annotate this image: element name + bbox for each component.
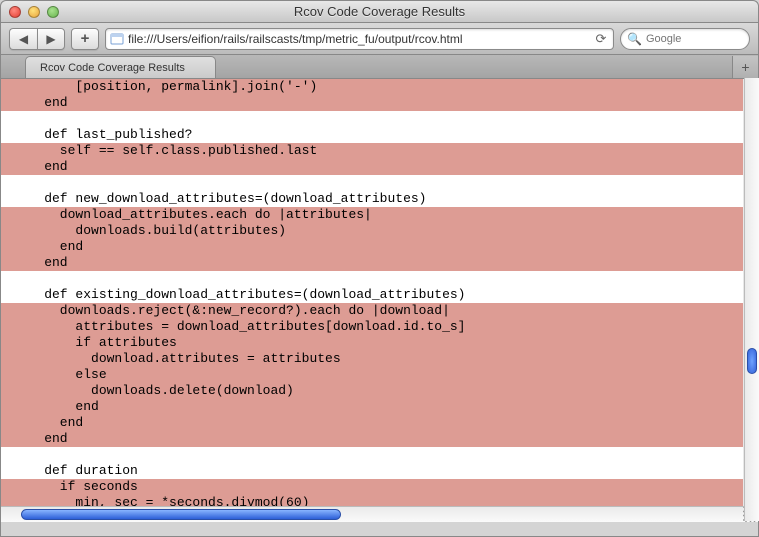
tab-bar: Rcov Code Coverage Results + — [1, 55, 758, 79]
code-cell: [position, permalink].join('-') — [1, 79, 743, 95]
new-tab-button[interactable]: + — [732, 56, 758, 78]
reload-button[interactable]: ⟳ — [593, 31, 609, 47]
code-line: [position, permalink].join('-') — [1, 79, 743, 95]
code-cell: attributes = download_attributes[downloa… — [1, 319, 743, 335]
code-cell: download.attributes = attributes — [1, 351, 743, 367]
code-line: else — [1, 367, 743, 383]
code-line: end — [1, 255, 743, 271]
code-line: downloads.reject(&:new_record?).each do … — [1, 303, 743, 319]
favicon-icon — [110, 32, 124, 46]
horizontal-scroll-thumb[interactable] — [21, 509, 341, 520]
add-bookmark-button[interactable]: + — [71, 28, 99, 50]
traffic-lights — [9, 6, 59, 18]
code-cell: end — [1, 239, 743, 255]
horizontal-scrollbar[interactable] — [1, 506, 758, 522]
content-wrap: [position, permalink].join('-') end def … — [1, 79, 758, 522]
code-line: def last_published? — [1, 127, 743, 143]
code-cell: def last_published? — [1, 127, 743, 143]
code-line: end — [1, 95, 743, 111]
tab-rcov[interactable]: Rcov Code Coverage Results — [25, 56, 216, 78]
url-input[interactable] — [128, 32, 589, 46]
plus-icon: + — [81, 30, 90, 47]
code-line: def duration — [1, 463, 743, 479]
code-cell: else — [1, 367, 743, 383]
browser-toolbar: ◀ ▶ + ⟳ 🔍 — [1, 23, 758, 55]
code-line: downloads.build(attributes) — [1, 223, 743, 239]
code-line: min, sec = *seconds.divmod(60) — [1, 495, 743, 506]
code-cell: end — [1, 399, 743, 415]
code-cell: def duration — [1, 463, 743, 479]
code-cell: downloads.reject(&:new_record?).each do … — [1, 303, 743, 319]
vertical-scroll-thumb[interactable] — [747, 348, 757, 374]
url-bar[interactable]: ⟳ — [105, 28, 614, 50]
code-line: attributes = download_attributes[downloa… — [1, 319, 743, 335]
search-icon: 🔍 — [627, 32, 642, 46]
coverage-table: [position, permalink].join('-') end def … — [1, 79, 743, 506]
window-titlebar: Rcov Code Coverage Results — [1, 1, 758, 23]
minimize-window-button[interactable] — [28, 6, 40, 18]
code-line: downloads.delete(download) — [1, 383, 743, 399]
code-line: if seconds — [1, 479, 743, 495]
code-cell — [1, 175, 743, 191]
coverage-report: [position, permalink].join('-') end def … — [1, 79, 743, 506]
code-line — [1, 447, 743, 463]
forward-arrow-icon: ▶ — [46, 32, 55, 46]
code-cell: downloads.delete(download) — [1, 383, 743, 399]
code-cell: end — [1, 159, 743, 175]
code-cell: end — [1, 255, 743, 271]
code-cell — [1, 447, 743, 463]
forward-button[interactable]: ▶ — [37, 28, 65, 50]
code-line: end — [1, 399, 743, 415]
code-line: def existing_download_attributes=(downlo… — [1, 287, 743, 303]
code-cell: if seconds — [1, 479, 743, 495]
back-arrow-icon: ◀ — [19, 32, 28, 46]
code-cell: downloads.build(attributes) — [1, 223, 743, 239]
code-line — [1, 271, 743, 287]
code-line: def new_download_attributes=(download_at… — [1, 191, 743, 207]
code-line: if attributes — [1, 335, 743, 351]
zoom-window-button[interactable] — [47, 6, 59, 18]
code-line — [1, 111, 743, 127]
code-cell — [1, 111, 743, 127]
code-line: download_attributes.each do |attributes| — [1, 207, 743, 223]
code-cell: def existing_download_attributes=(downlo… — [1, 287, 743, 303]
code-cell: download_attributes.each do |attributes| — [1, 207, 743, 223]
code-line: end — [1, 239, 743, 255]
code-cell: min, sec = *seconds.divmod(60) — [1, 495, 743, 506]
tab-close-icon[interactable] — [196, 61, 209, 74]
code-line: download.attributes = attributes — [1, 351, 743, 367]
back-button[interactable]: ◀ — [9, 28, 37, 50]
vertical-scrollbar[interactable] — [744, 78, 759, 521]
code-cell: self == self.class.published.last — [1, 143, 743, 159]
code-cell: end — [1, 431, 743, 447]
code-line: end — [1, 431, 743, 447]
code-cell — [1, 271, 743, 287]
window-title: Rcov Code Coverage Results — [1, 4, 758, 19]
search-bar[interactable]: 🔍 — [620, 28, 750, 50]
code-line — [1, 175, 743, 191]
code-cell: if attributes — [1, 335, 743, 351]
code-line: end — [1, 415, 743, 431]
tab-label: Rcov Code Coverage Results — [40, 62, 185, 74]
nav-button-group: ◀ ▶ — [9, 28, 65, 50]
code-cell: def new_download_attributes=(download_at… — [1, 191, 743, 207]
code-cell: end — [1, 415, 743, 431]
search-input[interactable] — [646, 33, 759, 45]
code-line: self == self.class.published.last — [1, 143, 743, 159]
code-line: end — [1, 159, 743, 175]
code-cell: end — [1, 95, 743, 111]
close-window-button[interactable] — [9, 6, 21, 18]
